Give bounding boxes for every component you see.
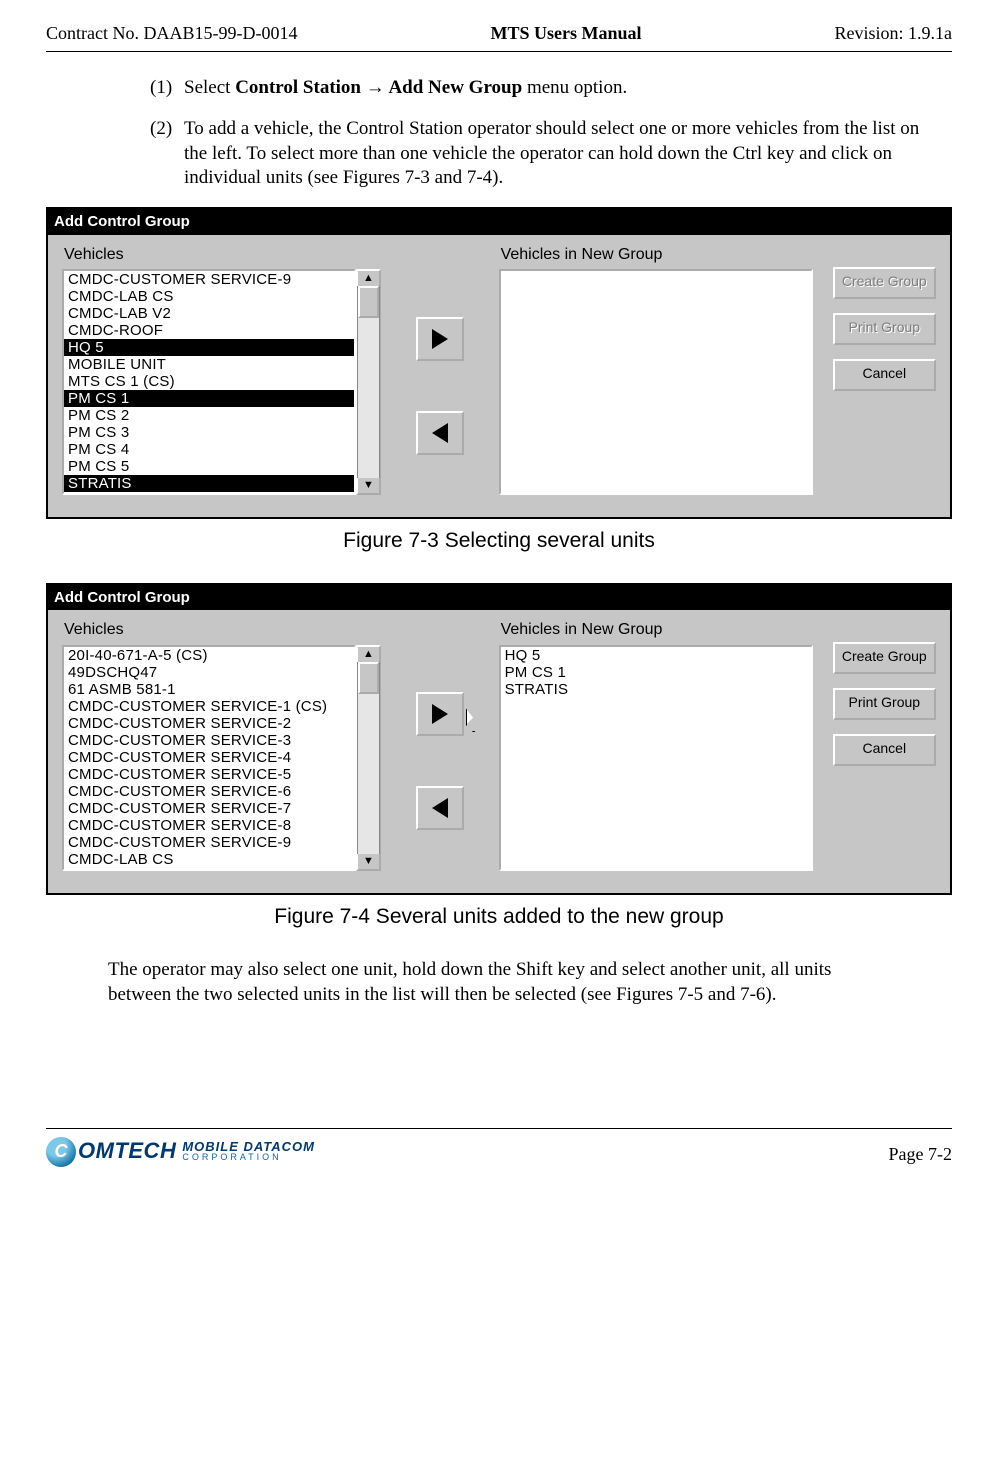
- header-rule: [46, 51, 952, 52]
- list-item[interactable]: CMDC-CUSTOMER SERVICE-9: [64, 834, 354, 851]
- list-item[interactable]: CMDC-LAB CS: [64, 288, 354, 305]
- new-group-list[interactable]: [499, 269, 813, 495]
- step-1-text: Select Control Station → Add New Group m…: [184, 76, 952, 101]
- list-item[interactable]: CMDC-CUSTOMER SERVICE-1 (CS): [64, 698, 354, 715]
- new-group-list-2[interactable]: HQ 5PM CS 1STRATIS: [499, 645, 813, 871]
- list-item[interactable]: MOBILE UNIT: [64, 356, 354, 373]
- vehicles-label: Vehicles: [64, 245, 381, 266]
- logo-globe-icon: C: [46, 1137, 76, 1167]
- figure-7-3-caption: Figure 7-3 Selecting several units: [46, 527, 952, 554]
- right-arrow-icon: [432, 329, 448, 349]
- scroll-up-icon[interactable]: ▲: [358, 271, 379, 286]
- list-item[interactable]: 20I-40-671-A-5 (CS): [64, 647, 354, 664]
- list-item[interactable]: CMDC-CUSTOMER SERVICE-2: [64, 715, 354, 732]
- footer-rule: [46, 1128, 952, 1129]
- add-to-group-button-2[interactable]: [416, 692, 464, 736]
- list-item[interactable]: CMDC-CUSTOMER SERVICE-7: [64, 800, 354, 817]
- list-item[interactable]: PM CS 1: [64, 390, 354, 407]
- left-arrow-icon: [432, 423, 448, 443]
- print-group-button[interactable]: Print Group: [833, 313, 936, 345]
- list-item[interactable]: 49DSCHQ47: [64, 664, 354, 681]
- list-item[interactable]: CMDC-CUSTOMER SERVICE-4: [64, 749, 354, 766]
- cancel-button-2[interactable]: Cancel: [833, 734, 936, 766]
- list-item[interactable]: PM CS 4: [64, 441, 354, 458]
- list-item[interactable]: CMDC-CUSTOMER SERVICE-8: [64, 817, 354, 834]
- vehicles-scrollbar[interactable]: ▲ ▼: [356, 269, 381, 495]
- left-arrow-icon: [432, 798, 448, 818]
- vehicles-list[interactable]: CMDC-CUSTOMER SERVICE-9CMDC-LAB CSCMDC-L…: [62, 269, 356, 495]
- dialog-1-title: Add Control Group: [48, 209, 950, 235]
- right-arrow-icon: [432, 704, 448, 724]
- list-item[interactable]: HQ 5: [501, 647, 811, 664]
- list-item[interactable]: HQ 5: [64, 339, 354, 356]
- header-left: Contract No. DAAB15-99-D-0014: [46, 22, 297, 45]
- create-group-button-2[interactable]: Create Group: [833, 642, 936, 674]
- list-item[interactable]: CMDC-ROOF: [64, 322, 354, 339]
- new-group-label: Vehicles in New Group: [501, 245, 813, 266]
- step-2-text: To add a vehicle, the Control Station op…: [184, 117, 952, 191]
- remove-from-group-button[interactable]: [416, 411, 464, 455]
- list-item[interactable]: CMDC-LAB V2: [64, 305, 354, 322]
- scroll-up-icon[interactable]: ▲: [358, 647, 379, 662]
- list-item[interactable]: PM CS 1: [501, 664, 811, 681]
- header-right: Revision: 1.9.1a: [834, 22, 952, 45]
- list-item[interactable]: PM CS 2: [64, 407, 354, 424]
- list-item[interactable]: 61 ASMB 581-1: [64, 681, 354, 698]
- list-item[interactable]: STRATIS: [501, 681, 811, 698]
- add-control-group-dialog-2: Add Control Group Vehicles 20I-40-671-A-…: [46, 583, 952, 895]
- list-item[interactable]: CMDC-CUSTOMER SERVICE-9: [64, 271, 354, 288]
- dialog-2-title: Add Control Group: [48, 585, 950, 611]
- list-item[interactable]: STRATIS: [64, 475, 354, 492]
- list-item[interactable]: CMDC-CUSTOMER SERVICE-6: [64, 783, 354, 800]
- scroll-down-icon[interactable]: ▼: [358, 478, 379, 493]
- create-group-button[interactable]: Create Group: [833, 267, 936, 299]
- scroll-down-icon[interactable]: ▼: [358, 854, 379, 869]
- step-2-number: (2): [150, 117, 184, 191]
- figure-7-4-caption: Figure 7-4 Several units added to the ne…: [46, 903, 952, 930]
- add-to-group-button[interactable]: [416, 317, 464, 361]
- comtech-logo: C OMTECH MOBILE DATACOM CORPORATION: [46, 1137, 315, 1167]
- shift-select-paragraph: The operator may also select one unit, h…: [108, 958, 890, 1007]
- add-control-group-dialog-1: Add Control Group Vehicles CMDC-CUSTOMER…: [46, 207, 952, 519]
- list-item[interactable]: CMDC-CUSTOMER SERVICE-5: [64, 766, 354, 783]
- vehicles-list-2[interactable]: 20I-40-671-A-5 (CS)49DSCHQ4761 ASMB 581-…: [62, 645, 356, 871]
- vehicles-scrollbar-2[interactable]: ▲ ▼: [356, 645, 381, 871]
- list-item[interactable]: CMDC-CUSTOMER SERVICE-3: [64, 732, 354, 749]
- step-1-number: (1): [150, 76, 184, 101]
- new-group-label-2: Vehicles in New Group: [501, 620, 813, 641]
- remove-from-group-button-2[interactable]: [416, 786, 464, 830]
- list-item[interactable]: PM CS 3: [64, 424, 354, 441]
- print-group-button-2[interactable]: Print Group: [833, 688, 936, 720]
- cancel-button[interactable]: Cancel: [833, 359, 936, 391]
- header-center: MTS Users Manual: [490, 22, 641, 45]
- page-number: Page 7-2: [889, 1143, 952, 1166]
- list-item[interactable]: MTS CS 1 (CS): [64, 373, 354, 390]
- vehicles-label-2: Vehicles: [64, 620, 381, 641]
- list-item[interactable]: CMDC-LAB CS: [64, 851, 354, 868]
- list-item[interactable]: PM CS 5: [64, 458, 354, 475]
